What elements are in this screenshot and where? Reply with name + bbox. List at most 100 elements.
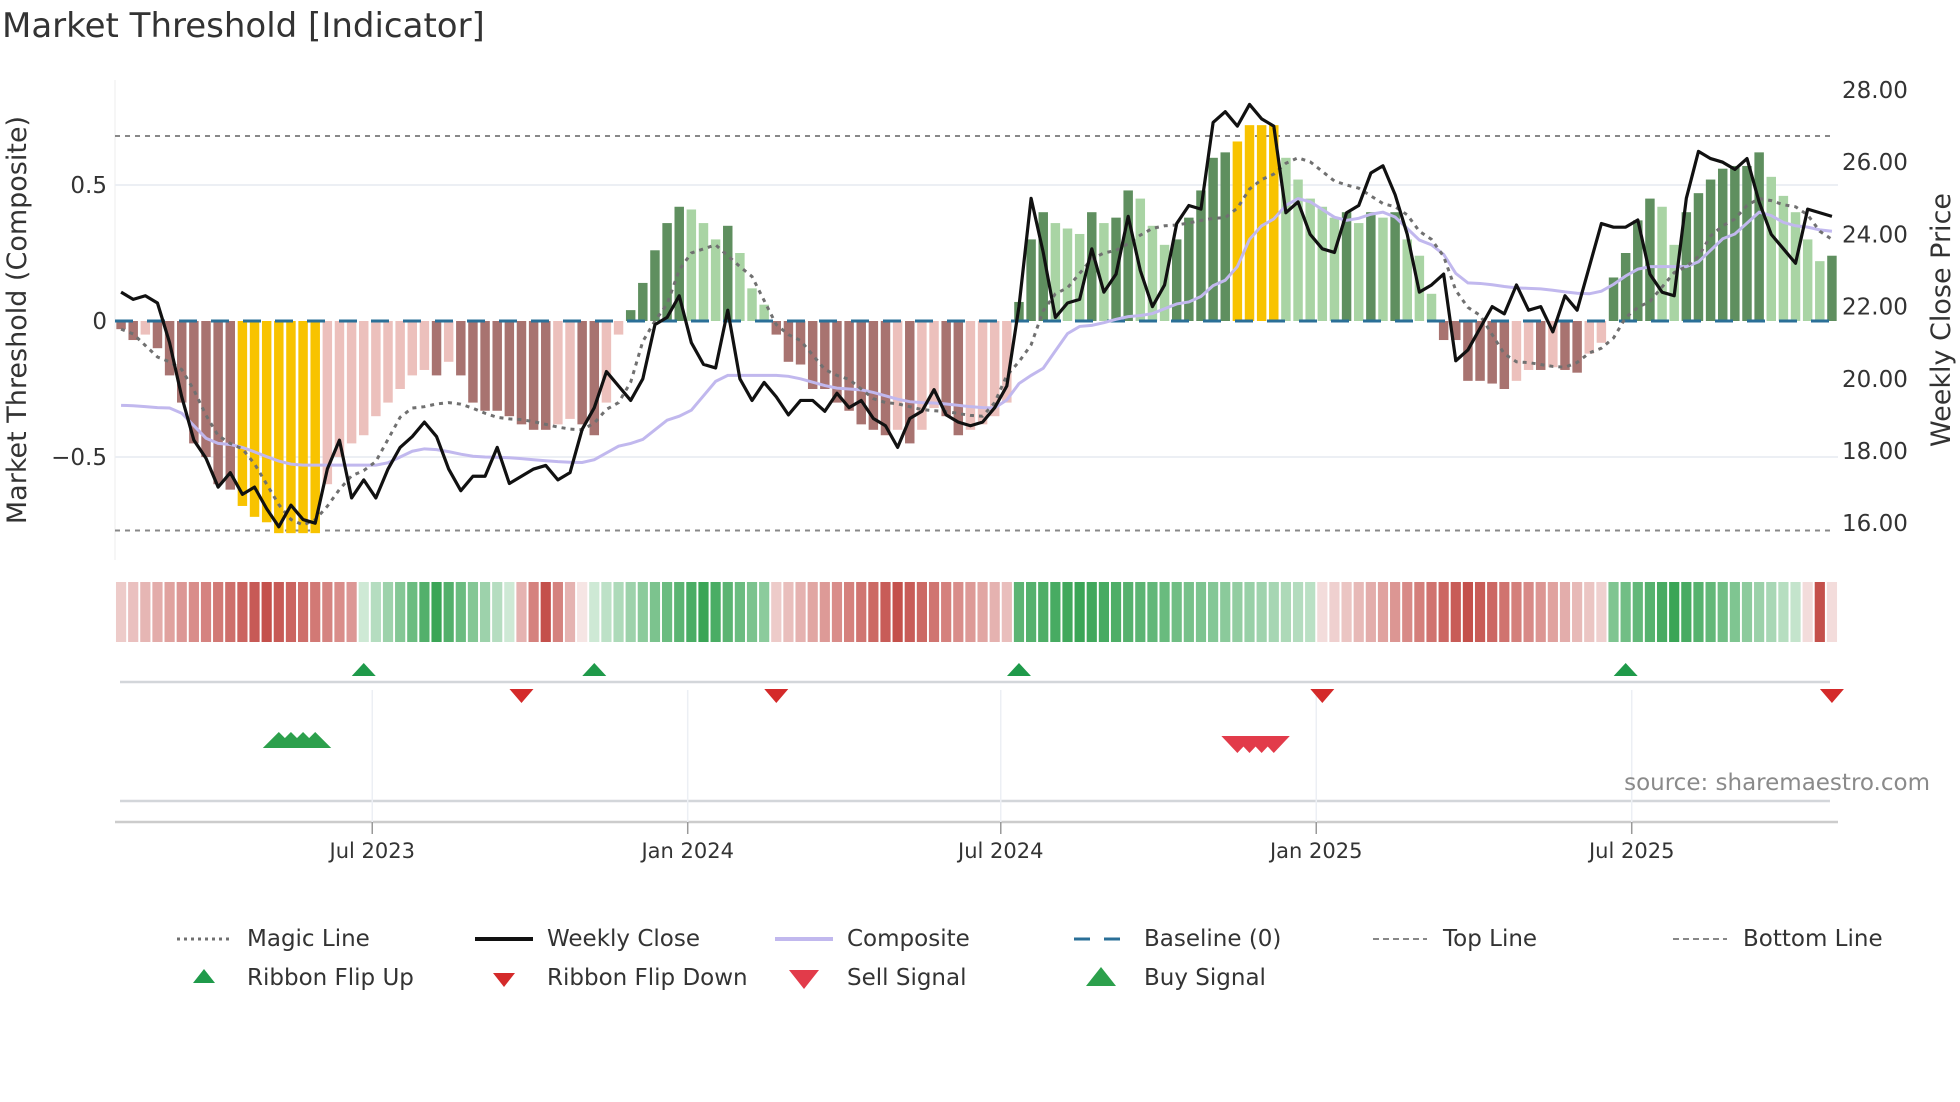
composite-bar bbox=[553, 321, 563, 425]
ribbon-cell bbox=[1098, 582, 1110, 642]
composite-swatch-icon bbox=[775, 927, 833, 951]
x-tick-label: Jul 2023 bbox=[328, 839, 415, 863]
ribbon-cell bbox=[1608, 582, 1619, 642]
ribbon-cell bbox=[965, 582, 976, 642]
ribbon-cell bbox=[395, 582, 406, 642]
x-tick-label: Jul 2024 bbox=[956, 839, 1043, 863]
composite-bar bbox=[1802, 239, 1813, 321]
legend-label: Bottom Line bbox=[1743, 926, 1883, 952]
ribbon-cell bbox=[431, 582, 442, 642]
ribbon-cell bbox=[589, 582, 600, 642]
legend-item-buy-signal[interactable]: Buy Signal bbox=[1072, 965, 1266, 991]
legend-item-bottom-line[interactable]: Bottom Line bbox=[1671, 926, 1883, 952]
composite-bar bbox=[1317, 206, 1328, 321]
ribbon-cell bbox=[504, 582, 515, 642]
ribbon-cell bbox=[1584, 582, 1595, 642]
composite-bar bbox=[856, 321, 866, 425]
composite-bar bbox=[577, 321, 587, 425]
composite-bar bbox=[1208, 157, 1218, 321]
ribbon-cell bbox=[710, 582, 721, 642]
ribbon-cell bbox=[564, 582, 576, 642]
ribbon-cell bbox=[443, 582, 454, 642]
ribbon-cell bbox=[285, 582, 297, 642]
composite-bar bbox=[1184, 217, 1194, 321]
legend-item-sell-signal[interactable]: Sell Signal bbox=[775, 965, 967, 991]
legend-item-baseline[interactable]: Baseline (0) bbox=[1072, 926, 1281, 952]
right-axis-title: Weekly Close Price bbox=[1926, 193, 1957, 447]
ribbon-cell bbox=[1317, 582, 1328, 642]
legend-label: Baseline (0) bbox=[1144, 926, 1282, 952]
ribbon-cell bbox=[492, 582, 503, 642]
legend-item-composite[interactable]: Composite bbox=[775, 926, 970, 952]
right-tick-label: 16.00 bbox=[1842, 511, 1908, 537]
ribbon-cell bbox=[856, 582, 867, 642]
ribbon-cell bbox=[249, 582, 260, 642]
ribbon-cell bbox=[1390, 582, 1401, 642]
composite-bar bbox=[1487, 321, 1497, 384]
ribbon-cell bbox=[237, 582, 248, 642]
ribbon-flip-up-marker bbox=[1613, 663, 1638, 676]
composite-bar bbox=[1584, 321, 1594, 354]
composite-bar bbox=[1511, 321, 1522, 381]
ribbon-flip-up-marker bbox=[1006, 663, 1031, 676]
x-tick-label: Jan 2025 bbox=[1268, 839, 1363, 863]
ribbon-cell bbox=[1729, 582, 1740, 642]
ribbon-cell bbox=[1474, 582, 1486, 642]
composite-bar bbox=[638, 282, 648, 321]
composite-bar bbox=[1426, 293, 1437, 321]
legend-item-ribbon-flip-up[interactable]: Ribbon Flip Up bbox=[175, 965, 414, 991]
ribbon-cell bbox=[1402, 582, 1413, 642]
ribbon-cell bbox=[407, 582, 418, 642]
triangle-down-icon bbox=[775, 966, 833, 990]
ribbon-flip-down-marker bbox=[509, 689, 534, 703]
legend-label: Top Line bbox=[1443, 926, 1538, 952]
ribbon-cell bbox=[1681, 582, 1692, 642]
legend-label: Composite bbox=[847, 926, 970, 952]
ribbon-cell bbox=[880, 582, 891, 642]
ribbon-cell bbox=[1305, 582, 1316, 642]
ribbon-cell bbox=[1705, 582, 1716, 642]
composite-bar bbox=[1244, 125, 1255, 321]
composite-bar bbox=[286, 321, 296, 534]
ribbon-cell bbox=[1050, 582, 1061, 642]
ribbon-cell bbox=[1038, 582, 1049, 642]
ribbon-cell bbox=[1414, 582, 1425, 642]
composite-bar bbox=[1123, 190, 1133, 321]
right-tick-label: 24.00 bbox=[1842, 222, 1908, 248]
composite-bar bbox=[941, 321, 951, 417]
ribbon-cell bbox=[1256, 582, 1267, 642]
composite-bar bbox=[1657, 206, 1667, 321]
x-tick-label: Jan 2024 bbox=[639, 839, 734, 863]
ribbon-cell bbox=[916, 582, 927, 642]
ribbon-cell bbox=[1086, 582, 1097, 642]
ribbon-cell bbox=[1123, 582, 1134, 642]
composite-bar bbox=[723, 225, 733, 321]
ribbon-cell bbox=[152, 582, 163, 642]
weekly-close-swatch-icon bbox=[475, 927, 533, 951]
ribbon-cell bbox=[1062, 582, 1073, 642]
composite-bar bbox=[1827, 255, 1837, 321]
legend-item-ribbon-flip-down[interactable]: Ribbon Flip Down bbox=[475, 965, 748, 991]
ribbon-cell bbox=[1450, 582, 1461, 642]
legend-item-top-line[interactable]: Top Line bbox=[1371, 926, 1537, 952]
ribbon-cell bbox=[1487, 582, 1498, 642]
ribbon-cell bbox=[831, 582, 843, 642]
top-line-swatch-icon bbox=[1371, 927, 1429, 951]
ribbon-cell bbox=[1499, 582, 1510, 642]
ribbon-cell bbox=[1766, 582, 1777, 642]
right-tick-label: 26.00 bbox=[1842, 150, 1908, 176]
ribbon-cell bbox=[1195, 582, 1207, 642]
ribbon-cell bbox=[358, 582, 369, 642]
right-tick-label: 22.00 bbox=[1842, 295, 1908, 321]
ribbon-cell bbox=[649, 582, 661, 642]
legend-label: Sell Signal bbox=[847, 965, 967, 991]
legend-item-magic-line[interactable]: Magic Line bbox=[175, 926, 370, 952]
composite-bar bbox=[492, 321, 502, 411]
composite-bar bbox=[407, 321, 418, 376]
composite-bar bbox=[686, 209, 697, 321]
ribbon-cell bbox=[977, 582, 988, 642]
composite-bar bbox=[468, 321, 478, 403]
legend-item-weekly-close[interactable]: Weekly Close bbox=[475, 926, 700, 952]
ribbon-flip-down-marker bbox=[1819, 689, 1844, 703]
composite-bar bbox=[371, 321, 381, 417]
